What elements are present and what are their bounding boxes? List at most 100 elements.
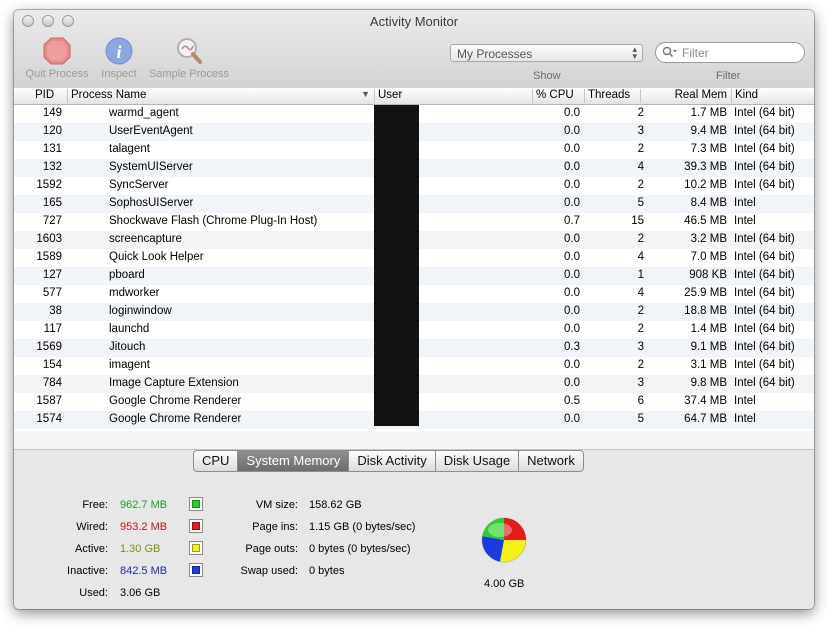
filter-label: Filter	[716, 70, 741, 82]
quit-process-button[interactable]: Quit Process	[22, 36, 92, 80]
tab-disk-activity[interactable]: Disk Activity	[348, 451, 434, 471]
tab-system-memory[interactable]: System Memory	[237, 451, 349, 471]
tab-network[interactable]: Network	[518, 451, 583, 471]
cell-pid: 577	[42, 287, 62, 299]
cell-pid: 120	[42, 125, 62, 137]
cell-cpu: 0.0	[564, 413, 580, 425]
cell-pid: 1569	[36, 341, 62, 353]
cell-threads: 5	[637, 413, 644, 425]
cell-kind: Intel	[734, 395, 756, 407]
cell-kind: Intel (64 bit)	[734, 323, 795, 335]
column-header-real-mem[interactable]: Real Mem	[640, 89, 731, 103]
column-header-user[interactable]: User	[374, 89, 532, 103]
inactive-label: Inactive:	[67, 565, 108, 577]
cell-process-name: Google Chrome Renderer	[109, 413, 242, 425]
cell-process-name: SystemUIServer	[109, 161, 193, 173]
cell-threads: 2	[637, 305, 644, 317]
page-ins-value: 1.15 GB (0 bytes/sec)	[309, 521, 416, 533]
quit-process-label: Quit Process	[25, 68, 89, 80]
cell-cpu: 0.3	[564, 341, 580, 353]
cell-threads: 5	[637, 197, 644, 209]
cell-process-name: warmd_agent	[109, 107, 179, 119]
cell-cpu: 0.0	[564, 161, 580, 173]
cell-threads: 3	[637, 125, 644, 137]
vm-size-label: VM size:	[255, 499, 298, 511]
cell-real-mem: 1.7 MB	[690, 107, 727, 119]
cell-real-mem: 25.9 MB	[684, 287, 727, 299]
cell-process-name: Quick Look Helper	[109, 251, 204, 263]
cell-threads: 4	[637, 251, 644, 263]
cell-process-name: Image Capture Extension	[109, 377, 239, 389]
vm-size-value: 158.62 GB	[309, 499, 362, 511]
active-label: Active:	[74, 543, 108, 555]
cell-process-name: SophosUIServer	[109, 197, 194, 209]
column-header-kind[interactable]: Kind	[731, 89, 814, 103]
cell-cpu: 0.0	[564, 305, 580, 317]
cell-real-mem: 9.1 MB	[690, 341, 727, 353]
cell-kind: Intel	[734, 413, 756, 425]
cell-pid: 117	[43, 323, 62, 335]
column-header-process-name[interactable]: Process Name ▼	[67, 89, 374, 103]
cell-real-mem: 37.4 MB	[684, 395, 727, 407]
cell-kind: Intel (64 bit)	[734, 107, 795, 119]
cell-kind: Intel (64 bit)	[734, 305, 795, 317]
magnifier-sample-icon	[177, 38, 202, 64]
column-header-pid[interactable]: PID	[32, 89, 66, 103]
wired-label: Wired:	[76, 521, 108, 533]
cell-kind: Intel (64 bit)	[734, 377, 795, 389]
cell-pid: 1587	[36, 395, 62, 407]
cell-kind: Intel (64 bit)	[734, 269, 795, 281]
cell-cpu: 0.0	[564, 269, 580, 281]
wired-swatch-fill	[192, 522, 200, 530]
activity-monitor-window: Activity Monitor Quit Process i Inspect …	[14, 10, 814, 609]
tab-disk-usage[interactable]: Disk Usage	[434, 451, 518, 471]
cell-pid: 1574	[36, 413, 62, 425]
cell-process-name: imagent	[109, 359, 150, 371]
inspect-button[interactable]: i Inspect	[96, 36, 142, 80]
cell-cpu: 0.5	[564, 395, 580, 407]
cell-pid: 131	[42, 143, 62, 155]
cell-cpu: 0.0	[564, 233, 580, 245]
cell-threads: 3	[637, 377, 644, 389]
cell-threads: 2	[637, 107, 644, 119]
select-arrows-icon: ▴ ▾	[632, 44, 637, 61]
cell-kind: Intel (64 bit)	[734, 251, 795, 263]
cell-process-name: Jitouch	[109, 341, 146, 353]
filter-input[interactable]: Filter	[655, 42, 805, 63]
active-value: 1.30 GB	[120, 543, 161, 555]
page-ins-label: Page ins:	[252, 521, 298, 533]
cell-threads: 2	[637, 233, 644, 245]
cell-kind: Intel (64 bit)	[734, 125, 795, 137]
cell-cpu: 0.0	[564, 287, 580, 299]
cell-pid: 165	[42, 197, 62, 209]
cell-real-mem: 7.3 MB	[690, 143, 727, 155]
cell-kind: Intel (64 bit)	[734, 179, 795, 191]
active-color-swatch[interactable]	[189, 541, 203, 555]
memory-panel: CPU System Memory Disk Activity Disk Usage N…	[14, 450, 814, 609]
cell-cpu: 0.0	[564, 251, 580, 263]
cell-kind: Intel (64 bit)	[734, 359, 795, 371]
cell-process-name: UserEventAgent	[109, 125, 193, 137]
cell-threads: 15	[631, 215, 644, 227]
wired-color-swatch[interactable]	[189, 519, 203, 533]
cell-process-name: launchd	[109, 323, 150, 335]
inactive-color-swatch[interactable]	[189, 563, 203, 577]
column-header-cpu[interactable]: % CPU	[532, 89, 584, 103]
search-icon	[662, 46, 677, 58]
sample-process-button[interactable]: Sample Process	[146, 36, 232, 80]
cell-process-name: Google Chrome Renderer	[109, 395, 242, 407]
column-header-process-name-label: Process Name	[71, 89, 147, 101]
inspect-label: Inspect	[101, 68, 137, 80]
cell-threads: 1	[637, 269, 644, 281]
cell-cpu: 0.0	[564, 143, 580, 155]
cell-threads: 3	[637, 341, 644, 353]
show-processes-select[interactable]: My Processes ▴ ▾	[450, 44, 643, 62]
column-header-threads[interactable]: Threads	[584, 89, 640, 103]
cell-process-name: talagent	[109, 143, 150, 155]
free-color-swatch[interactable]	[189, 497, 203, 511]
cell-kind: Intel (64 bit)	[734, 143, 795, 155]
page-outs-label: Page outs:	[245, 543, 298, 555]
tab-cpu[interactable]: CPU	[194, 451, 237, 471]
inactive-value: 842.5 MB	[120, 565, 168, 577]
cell-real-mem: 3.2 MB	[690, 233, 727, 245]
